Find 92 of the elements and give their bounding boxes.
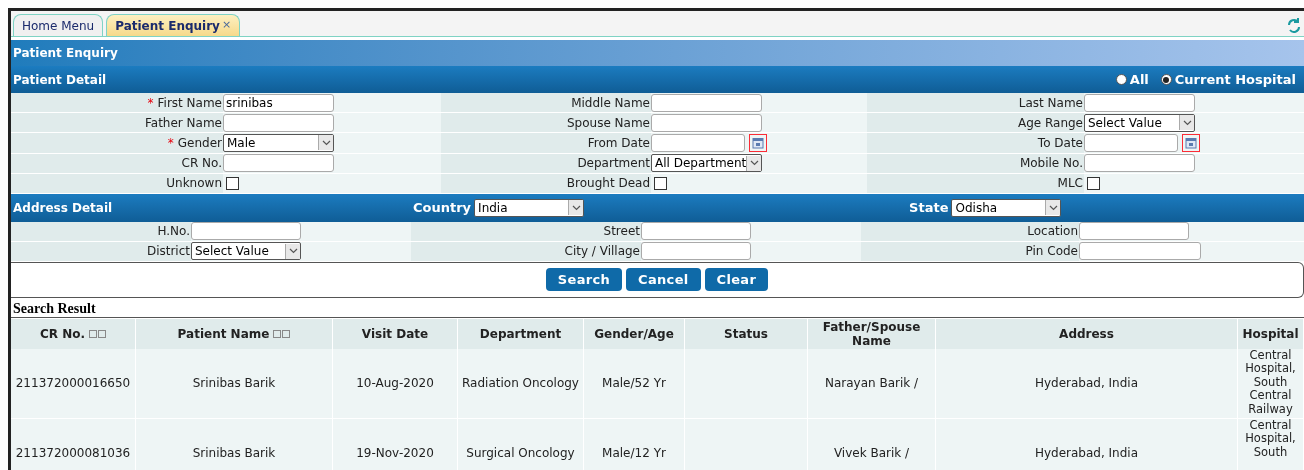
table-cell: 211372000016650 [15,375,131,392]
table-cell: Srinibas Barik [192,445,276,462]
checkbox[interactable] [654,176,667,190]
column-header[interactable]: Gender/Age [594,326,674,341]
text-field[interactable] [223,113,334,132]
page-title: Patient Enquiry [13,45,118,62]
column-header[interactable]: Department [479,326,562,341]
text-field[interactable] [1079,222,1189,241]
tab[interactable]: Home Menu [13,14,104,36]
dropdown[interactable]: All Department [651,154,762,173]
text-field[interactable] [223,154,334,173]
field-label: Country [413,199,472,218]
column-header[interactable]: Hospital [1242,326,1299,341]
sort-icon[interactable] [273,329,291,338]
field-label: Location [1027,223,1078,241]
field-label: City / Village [564,243,640,261]
dropdown[interactable]: Odisha [951,198,1062,217]
text-field[interactable] [651,113,762,132]
close-icon[interactable]: × [221,17,232,34]
section-title: Patient Detail [13,71,107,89]
checkbox[interactable] [226,176,239,190]
column-header[interactable]: Father/Spouse Name [808,319,935,348]
field-label: H.No. [157,223,190,241]
field-label: CR No. [181,155,222,173]
action-button[interactable]: Clear [704,268,769,292]
field-label: Gender [177,134,222,152]
table-cell-text: Central Hospital, South [1244,418,1297,460]
dropdown[interactable]: Select Value [191,242,301,261]
field-label: State [909,199,949,218]
radio-button[interactable] [1160,74,1172,85]
table-cell: Radiation Oncology [462,375,579,392]
required-marker: * [147,94,154,112]
column-header[interactable]: Patient Name [177,326,270,341]
date-field[interactable] [1084,133,1178,152]
column-header[interactable]: CR No. [39,326,86,341]
calendar-icon[interactable] [749,133,767,152]
dropdown[interactable]: India [474,198,585,217]
table-cell: Hyderabad, India [1034,445,1139,462]
column-header[interactable]: Visit Date [361,326,429,341]
field-label: Street [603,223,640,241]
field-label: Department [577,155,650,173]
text-field[interactable] [1084,154,1195,173]
field-label: Middle Name [571,94,650,112]
field-label: Pin Code [1025,243,1078,261]
table-cell: Male/52 Yr [602,375,666,392]
text-field[interactable] [641,222,751,241]
table-cell: Vivek Barik / [833,445,910,462]
radio-option[interactable]: All [1115,69,1149,90]
text-field[interactable] [651,93,762,112]
field-label: To Date [1037,134,1083,152]
column-header[interactable]: Status [724,326,768,341]
field-label: District [146,243,190,261]
date-field[interactable] [651,133,745,152]
field-label: Last Name [1018,94,1083,112]
table-cell: Srinibas Barik [192,375,276,392]
field-label: Father Name [145,114,222,132]
text-field[interactable]: srinibas [223,93,334,112]
dropdown[interactable]: Male [223,133,334,152]
radio-option[interactable]: Current Hospital [1160,69,1296,90]
table-cell: 211372000081036 [15,445,131,462]
section-title: Address Detail [13,199,114,217]
action-button[interactable]: Cancel [626,268,701,292]
refresh-icon[interactable] [1286,17,1302,35]
sort-icon[interactable] [89,329,107,338]
table-cell: Hyderabad, India [1034,375,1139,392]
checkbox[interactable] [1087,176,1100,190]
action-button[interactable]: Search [545,268,623,292]
field-label: Age Range [1017,114,1083,132]
required-marker: * [167,134,174,152]
text-field[interactable] [641,242,751,261]
calendar-icon[interactable] [1182,133,1200,152]
field-label: Spouse Name [566,114,650,132]
table-cell: Male/12 Yr [602,445,666,462]
table-cell: 19-Nov-2020 [356,445,434,462]
field-label: From Date [587,134,650,152]
table-cell: Narayan Barik / [824,375,919,392]
field-label: Brought Dead [566,175,650,193]
dropdown[interactable]: Select Value [1084,113,1195,132]
text-field[interactable] [1079,242,1201,261]
section-title: Search Result [13,300,96,319]
field-label: First Name [157,94,222,112]
text-field[interactable] [1084,93,1195,112]
table-cell: Surgical Oncology [466,445,575,462]
table-cell: 10-Aug-2020 [356,375,434,392]
text-field[interactable] [191,222,301,241]
table-cell-text: Central Hospital, South Central Railway [1244,348,1297,417]
column-header[interactable]: Address [1059,326,1114,341]
field-label: Unknown [166,175,222,193]
field-label: MLC [1057,175,1083,193]
field-label: Mobile No. [1019,155,1083,173]
radio-button[interactable] [1115,74,1127,85]
tab[interactable]: Patient Enquiry × [106,14,241,36]
